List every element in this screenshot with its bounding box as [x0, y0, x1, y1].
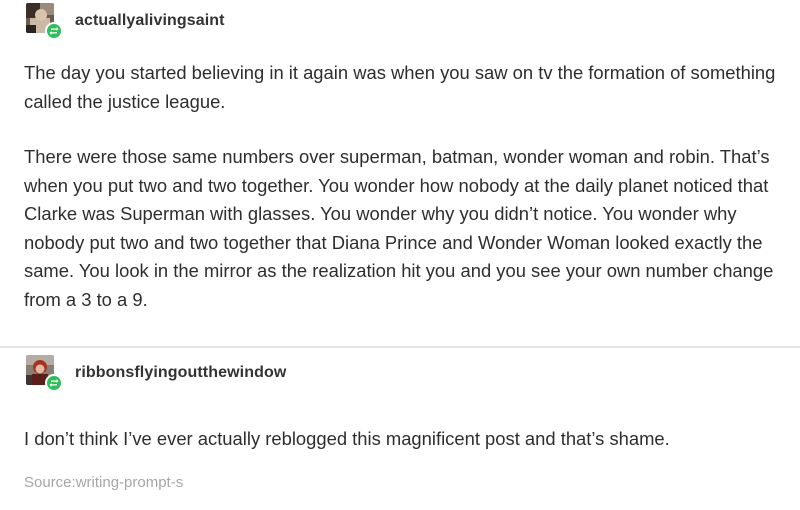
reblog-icon: [45, 22, 63, 40]
post-paragraph: The day you started believing in it agai…: [24, 62, 776, 112]
username[interactable]: ribbonsflyingoutthewindow: [75, 364, 286, 382]
username[interactable]: actuallyalivingsaint: [75, 12, 225, 30]
post-paragraph: There were those same numbers over super…: [24, 146, 774, 310]
post-actuallyalivingsaint: actuallyalivingsaint The day you started…: [0, 0, 800, 310]
post-ribbonsflyingoutthewindow: ribbonsflyingoutthewindow I don’t think …: [0, 352, 800, 491]
post-header: ribbonsflyingoutthewindow: [0, 352, 800, 396]
post-divider: [0, 346, 800, 348]
reblog-icon: [45, 374, 63, 392]
post-paragraph: I don’t think I’ve ever actually reblogg…: [24, 428, 670, 449]
source-link[interactable]: Source:writing-prompt-s: [24, 474, 183, 491]
post-header: actuallyalivingsaint: [0, 0, 800, 44]
